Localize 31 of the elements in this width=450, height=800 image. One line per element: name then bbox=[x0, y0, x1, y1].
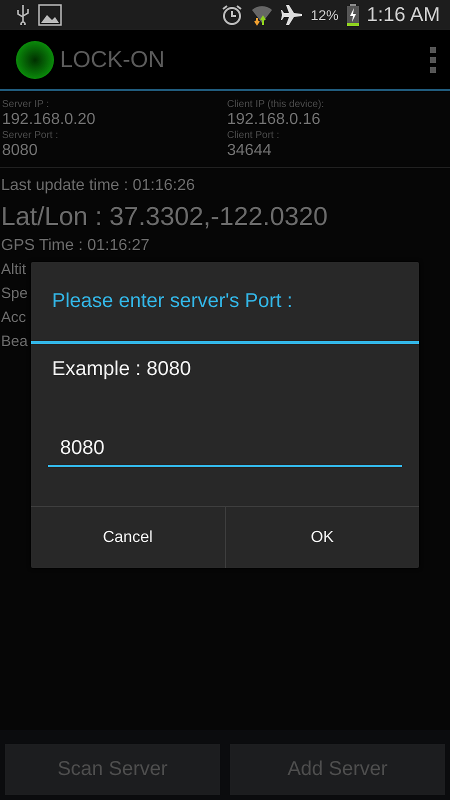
field-value: 192.168.0.20 bbox=[2, 110, 96, 130]
detail-text: Altit bbox=[0, 260, 26, 280]
clock-time: 1:16 AM bbox=[366, 4, 440, 26]
field-label: Server Port : bbox=[2, 130, 60, 141]
airplane-icon bbox=[280, 5, 303, 25]
field-label: Client Port : bbox=[227, 130, 280, 141]
lat-lon-text: Lat/Lon : 37.3302,-122.0320 bbox=[0, 200, 328, 233]
battery-charging-icon bbox=[346, 4, 359, 26]
alarm-clock-icon bbox=[220, 4, 243, 26]
field-value: 8080 bbox=[2, 141, 39, 161]
field-value: 192.168.0.16 bbox=[227, 110, 322, 130]
usb-icon bbox=[16, 5, 30, 25]
wifi-icon bbox=[250, 4, 273, 26]
field-label: Client IP (this device): bbox=[227, 99, 326, 110]
image-icon bbox=[38, 4, 62, 26]
app-logo-icon bbox=[16, 40, 54, 78]
dialog-title: Please enter server's Port : bbox=[31, 262, 419, 344]
dialog-message: Example : 8080 bbox=[51, 357, 192, 381]
detail-text: Spe bbox=[0, 284, 28, 304]
dialog-button[interactable]: Cancel bbox=[31, 507, 224, 568]
detail-text: Bea bbox=[0, 332, 28, 352]
port-input-field[interactable]: 8080 bbox=[58, 436, 402, 460]
last-update-text: Last update time : 01:16:26 bbox=[0, 176, 195, 196]
battery-percentage: 12% bbox=[310, 7, 339, 23]
app-title: LOCK-ON bbox=[60, 46, 165, 73]
overflow-menu-icon[interactable] bbox=[430, 46, 436, 72]
field-value: 34644 bbox=[227, 141, 272, 161]
detail-text: Acc bbox=[0, 308, 26, 328]
field-label: Server IP : bbox=[2, 99, 50, 110]
dialog-button[interactable]: OK bbox=[224, 507, 419, 568]
detail-text: GPS Time : 01:16:27 bbox=[0, 236, 150, 256]
